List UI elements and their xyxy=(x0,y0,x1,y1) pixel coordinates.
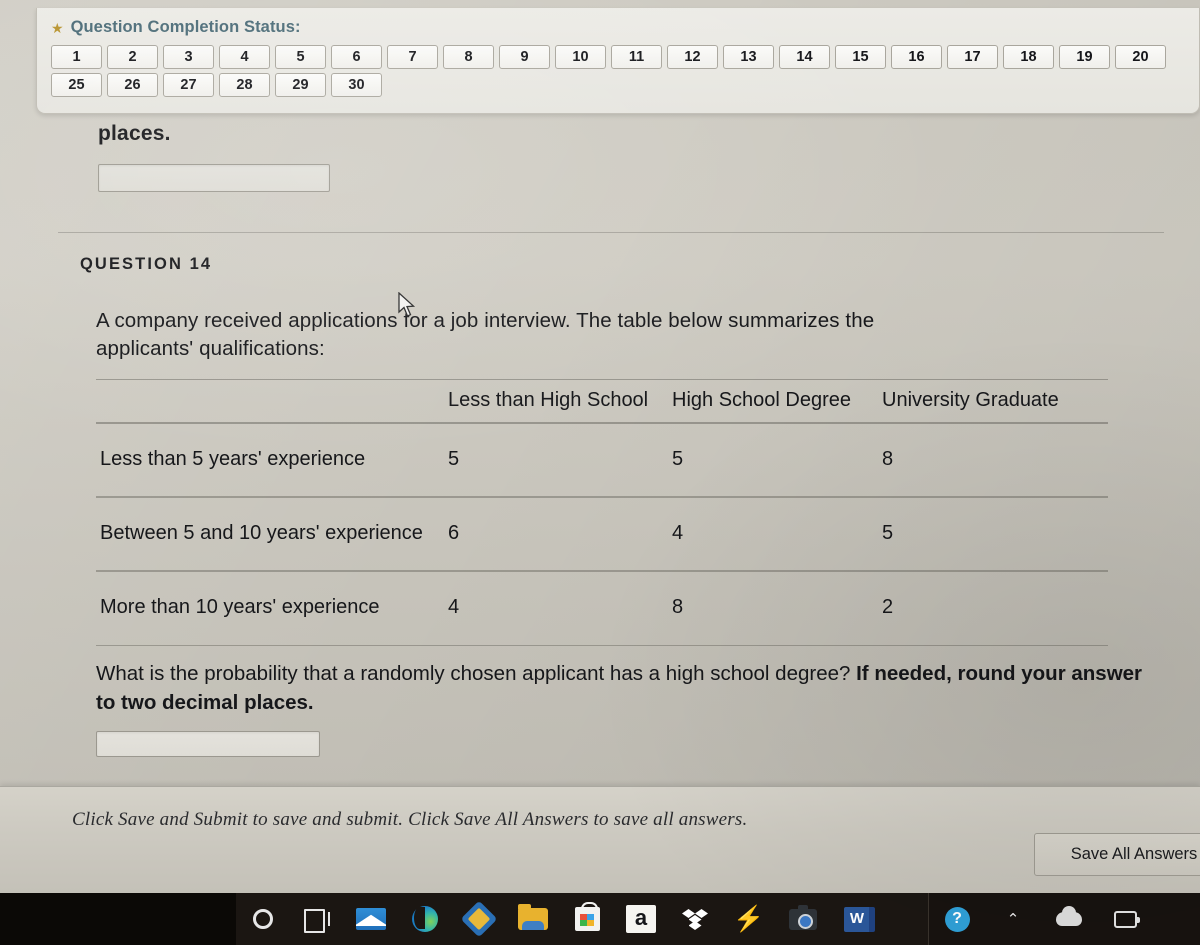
table-header-row: Less than High School High School Degree… xyxy=(96,379,1108,424)
file-explorer-icon[interactable] xyxy=(506,896,560,943)
question-body: A company received applications for a jo… xyxy=(96,307,1166,757)
question-number-button[interactable]: 18 xyxy=(1003,45,1054,69)
question-number-button[interactable]: 14 xyxy=(779,45,830,69)
status-panel-title: Question Completion Status: xyxy=(70,18,301,36)
question-number-button[interactable]: 9 xyxy=(499,45,550,69)
cloud-icon[interactable] xyxy=(1041,896,1097,943)
submit-instructions: Click Save and Submit to save and submit… xyxy=(72,809,748,830)
word-icon-label: W xyxy=(843,906,875,932)
question-number-button[interactable]: 15 xyxy=(835,45,886,69)
table-column-header-0: Less than High School xyxy=(444,379,668,424)
question-number-button[interactable]: 26 xyxy=(107,73,158,97)
table-row: More than 10 years' experience 4 8 2 xyxy=(96,571,1108,646)
question-number-button[interactable]: 11 xyxy=(611,45,662,69)
question-number-button[interactable]: 27 xyxy=(163,73,214,97)
question-number-button[interactable]: 1 xyxy=(51,45,102,69)
table-cell-0-1: 5 xyxy=(668,423,878,498)
question-number-button[interactable]: 2 xyxy=(107,45,158,69)
word-icon[interactable]: W xyxy=(830,896,884,943)
question-number-button[interactable]: 7 xyxy=(387,45,438,69)
question-number-row-2: 25 26 27 28 29 30 xyxy=(51,73,1199,97)
question-answer-input[interactable] xyxy=(96,730,320,757)
table-cell-2-2: 2 xyxy=(878,571,1108,646)
question-number-button[interactable]: 4 xyxy=(219,45,270,69)
system-tray: ? ⌃ xyxy=(928,893,1200,945)
camera-icon[interactable] xyxy=(776,896,830,943)
help-icon[interactable]: ? xyxy=(929,896,985,943)
question-number-button[interactable]: 30 xyxy=(331,73,382,97)
question-number-button[interactable]: 25 xyxy=(51,73,102,97)
table-cell-2-1: 8 xyxy=(668,571,878,646)
previous-question-tail-text: places. xyxy=(98,122,171,145)
table-row-label-2: More than 10 years' experience xyxy=(96,571,444,646)
mail-icon[interactable] xyxy=(344,896,398,943)
windows-taskbar: a ⚡ W ⌃ ? xyxy=(0,893,1200,945)
table-row: Between 5 and 10 years' experience 6 4 5 xyxy=(96,497,1108,572)
question-number-button[interactable]: 29 xyxy=(275,73,326,97)
qualifications-table: Less than High School High School Degree… xyxy=(96,379,1108,646)
cortana-icon[interactable] xyxy=(236,896,290,943)
question-number-button[interactable]: 20 xyxy=(1115,45,1166,69)
dropbox-icon[interactable] xyxy=(668,896,722,943)
taskbar-left-shadow xyxy=(0,893,236,945)
question-prompt: What is the probability that a randomly … xyxy=(96,659,1166,717)
previous-question-block: places. xyxy=(98,122,330,192)
star-icon: ★ xyxy=(51,19,64,36)
table-cell-1-0: 6 xyxy=(444,497,668,572)
table-row: Less than 5 years' experience 5 5 8 xyxy=(96,423,1108,498)
question-number-button[interactable]: 10 xyxy=(555,45,606,69)
task-view-icon[interactable] xyxy=(290,896,344,943)
question-number-button[interactable]: 8 xyxy=(443,45,494,69)
question-number-button[interactable]: 6 xyxy=(331,45,382,69)
lightning-app-icon[interactable]: ⚡ xyxy=(722,896,776,943)
amazon-icon-label: a xyxy=(626,905,656,933)
question-completion-status-panel: ★ Question Completion Status: 1 2 3 4 5 … xyxy=(36,8,1200,114)
table-cell-1-2: 5 xyxy=(878,497,1108,572)
question-stem-line-2: applicants' qualifications: xyxy=(96,337,325,360)
show-hidden-icons-icon[interactable]: ⌃ xyxy=(985,896,1041,943)
question-header: QUESTION 14 xyxy=(80,255,213,273)
table-column-header-2: University Graduate xyxy=(878,379,1108,424)
question-number-button[interactable]: 13 xyxy=(723,45,774,69)
question-number-button[interactable]: 16 xyxy=(891,45,942,69)
section-divider xyxy=(58,232,1164,233)
save-all-answers-button[interactable]: Save All Answers xyxy=(1034,833,1200,876)
question-number-button[interactable]: 12 xyxy=(667,45,718,69)
question-prompt-plain: What is the probability that a randomly … xyxy=(96,661,857,685)
table-cell-0-0: 5 xyxy=(444,423,668,498)
table-cell-1-1: 4 xyxy=(668,497,878,572)
question-number-button[interactable]: 17 xyxy=(947,45,998,69)
table-row-label-1: Between 5 and 10 years' experience xyxy=(96,497,444,572)
table-row-label-0: Less than 5 years' experience xyxy=(96,423,444,498)
submit-bar: Click Save and Submit to save and submit… xyxy=(0,786,1200,893)
show-hidden-icons-glyph: ⌃ xyxy=(1006,911,1020,928)
battery-icon[interactable] xyxy=(1097,896,1153,943)
table-cell-0-2: 8 xyxy=(878,423,1108,498)
table-cell-2-0: 4 xyxy=(444,571,668,646)
question-stem-line-1: A company received applications for a jo… xyxy=(96,309,875,332)
security-shield-icon[interactable] xyxy=(452,896,506,943)
help-icon-label: ? xyxy=(944,906,970,932)
lightning-app-glyph: ⚡ xyxy=(733,904,765,933)
question-number-button[interactable]: 19 xyxy=(1059,45,1110,69)
question-number-row-1: 1 2 3 4 5 6 7 8 9 10 11 12 13 14 15 16 1… xyxy=(51,45,1199,69)
taskbar-icon-strip: a ⚡ W ⌃ ? xyxy=(236,893,1200,945)
course-content-area: places. QUESTION 14 A company received a… xyxy=(0,0,1200,790)
question-number-button[interactable]: 28 xyxy=(219,73,270,97)
status-panel-title-row: ★ Question Completion Status: xyxy=(51,18,1199,37)
edge-browser-icon[interactable] xyxy=(398,896,452,943)
screen-photo: places. QUESTION 14 A company received a… xyxy=(0,0,1200,945)
question-stem: A company received applications for a jo… xyxy=(96,307,1166,363)
microsoft-store-icon[interactable] xyxy=(560,896,614,943)
taskbar-pinned-apps: a ⚡ W xyxy=(236,896,884,943)
table-column-header-1: High School Degree xyxy=(668,379,878,424)
question-number-button[interactable]: 3 xyxy=(163,45,214,69)
amazon-icon[interactable]: a xyxy=(614,896,668,943)
question-number-button[interactable]: 5 xyxy=(275,45,326,69)
table-corner-cell xyxy=(96,379,444,424)
previous-question-answer-input[interactable] xyxy=(98,164,330,192)
